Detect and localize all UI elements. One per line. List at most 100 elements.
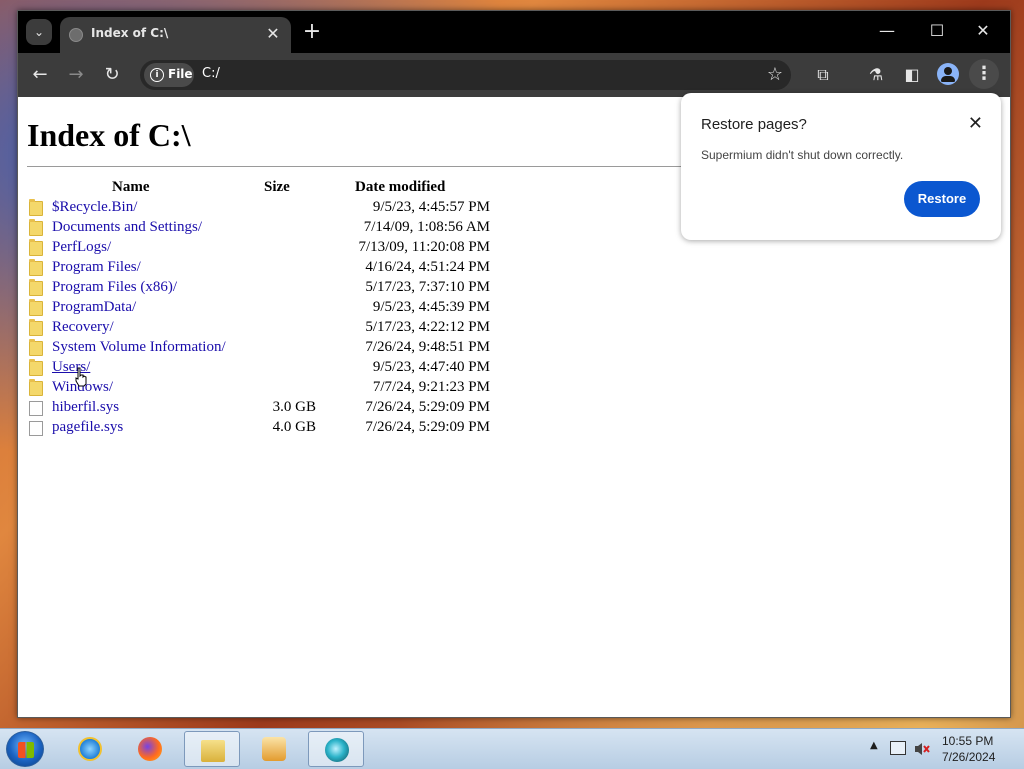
entry-date: 7/14/09, 1:08:56 AM [363,219,490,235]
system-tray: ▲ 10:55 PM 7/26/2024 [862,729,1022,769]
taskbar-internet-explorer[interactable] [62,731,118,767]
taskbar-firefox[interactable] [122,731,178,767]
tab-strip: ⌄ Index of C:\ ✕ + — ☐ ✕ [18,11,1010,53]
entry-date: 5/17/23, 4:22:12 PM [365,319,490,335]
labs-icon[interactable]: ⚗ [864,63,888,87]
entry-size: 4.0 GB [272,419,316,435]
entry-link[interactable]: hiberfil.sys [52,399,119,416]
title-divider [27,166,727,167]
table-row: Users/9/5/23, 4:47:40 PM [18,359,538,379]
dialog-close-icon[interactable]: ✕ [968,113,983,134]
bookmark-star-icon[interactable]: ☆ [767,64,783,85]
browser-menu-button[interactable]: ⋮ [969,59,999,89]
entry-size: 3.0 GB [272,399,316,415]
entry-date: 9/5/23, 4:45:39 PM [372,299,490,315]
entry-link[interactable]: $Recycle.Bin/ [52,199,137,216]
folder-icon [29,239,43,256]
tab-index-of-c[interactable]: Index of C:\ ✕ [60,17,291,53]
folder-icon [29,279,43,296]
entry-link[interactable]: Program Files/ [52,259,141,276]
folder-icon [29,359,43,376]
hand-cursor-icon [75,367,87,387]
entry-date: 9/5/23, 4:45:57 PM [372,199,490,215]
folder-icon [29,259,43,276]
clock-date[interactable]: 7/26/2024 [942,750,995,764]
tab-search-button[interactable]: ⌄ [26,19,52,45]
internet-explorer-icon [78,737,102,761]
browser-toolbar: ← → ↻ i File C:/ ☆ ⧉ ⚗ ◧ ⋮ [18,53,1010,97]
forward-button[interactable]: → [64,63,88,87]
folder-icon [29,379,43,396]
extensions-icon[interactable]: ⧉ [811,63,835,87]
reload-button[interactable]: ↻ [100,63,124,87]
minimize-button[interactable]: — [864,15,910,47]
tab-title: Index of C:\ [91,26,169,40]
table-row: $Recycle.Bin/9/5/23, 4:45:57 PM [18,199,538,219]
entry-link[interactable]: pagefile.sys [52,419,123,436]
entry-date: 7/26/24, 5:29:09 PM [365,399,490,415]
table-row: Recovery/5/17/23, 4:22:12 PM [18,319,538,339]
folder-icon [29,319,43,336]
address-bar[interactable]: i File C:/ ☆ [140,60,791,90]
side-panel-icon[interactable]: ◧ [900,63,924,87]
supermium-icon [325,738,349,762]
file-icon [29,421,43,436]
folder-icon [29,339,43,356]
taskbar: ▲ 10:55 PM 7/26/2024 [0,728,1024,769]
site-chip-label: File [168,67,193,81]
start-button[interactable] [6,731,44,767]
url-text[interactable]: C:/ [202,66,220,81]
restore-pages-dialog: Restore pages? ✕ Supermium didn't shut d… [681,93,1001,240]
entry-link[interactable]: System Volume Information/ [52,339,226,356]
entry-date: 7/26/24, 5:29:09 PM [365,419,490,435]
entry-date: 9/5/23, 4:47:40 PM [372,359,490,375]
volume-muted-icon[interactable] [914,741,930,755]
taskbar-file-explorer[interactable] [184,731,240,767]
folder-icon [29,219,43,236]
entry-date: 7/7/24, 9:21:23 PM [372,379,490,395]
network-icon[interactable] [890,741,906,755]
table-row: Program Files (x86)/ 5/17/23, 7:37:10 PM [18,279,538,299]
site-info-chip[interactable]: i File [144,63,194,87]
folder-icon [201,740,225,762]
entry-date: 5/17/23, 7:37:10 PM [365,279,490,295]
page-title: Index of C:\ [27,117,191,153]
show-hidden-icons-icon[interactable]: ▲ [870,740,878,751]
back-button[interactable]: ← [28,63,52,87]
close-window-button[interactable]: ✕ [960,15,1006,47]
entry-link[interactable]: Recovery/ [52,319,114,336]
column-header-size[interactable]: Size [264,179,290,196]
maximize-button[interactable]: ☐ [914,15,960,47]
entry-date: 7/13/09, 11:20:08 PM [358,239,490,255]
table-row: System Volume Information/7/26/24, 9:48:… [18,339,538,359]
media-player-icon [262,737,286,761]
profile-avatar-icon[interactable] [937,63,959,85]
info-icon: i [150,68,164,82]
table-row: Windows/7/7/24, 9:21:23 PM [18,379,538,399]
taskbar-supermium[interactable] [308,731,364,767]
dialog-message: Supermium didn't shut down correctly. [701,148,904,162]
entry-date: 4/16/24, 4:51:24 PM [365,259,490,275]
table-row: Documents and Settings/7/14/09, 1:08:56 … [18,219,538,239]
table-row: Program Files/4/16/24, 4:51:24 PM [18,259,538,279]
dialog-title: Restore pages? [701,116,807,133]
table-row: PerfLogs/7/13/09, 11:20:08 PM [18,239,538,259]
restore-button[interactable]: Restore [904,181,980,217]
file-icon [29,401,43,416]
table-row: pagefile.sys 4.0 GB 7/26/24, 5:29:09 PM [18,419,538,439]
table-row: ProgramData/9/5/23, 4:45:39 PM [18,299,538,319]
entry-link[interactable]: PerfLogs/ [52,239,111,256]
entry-link[interactable]: Program Files (x86)/ [52,279,177,296]
entry-link[interactable]: ProgramData/ [52,299,136,316]
new-tab-button[interactable]: + [300,20,324,44]
column-header-date[interactable]: Date modified [355,179,445,196]
entry-date: 7/26/24, 9:48:51 PM [365,339,490,355]
folder-icon [29,299,43,316]
entry-link[interactable]: Documents and Settings/ [52,219,202,236]
globe-icon [69,28,83,42]
clock-time[interactable]: 10:55 PM [942,734,993,748]
folder-icon [29,199,43,216]
column-header-name[interactable]: Name [112,179,150,196]
taskbar-media-player[interactable] [246,731,302,767]
tab-close-icon[interactable]: ✕ [263,24,283,44]
